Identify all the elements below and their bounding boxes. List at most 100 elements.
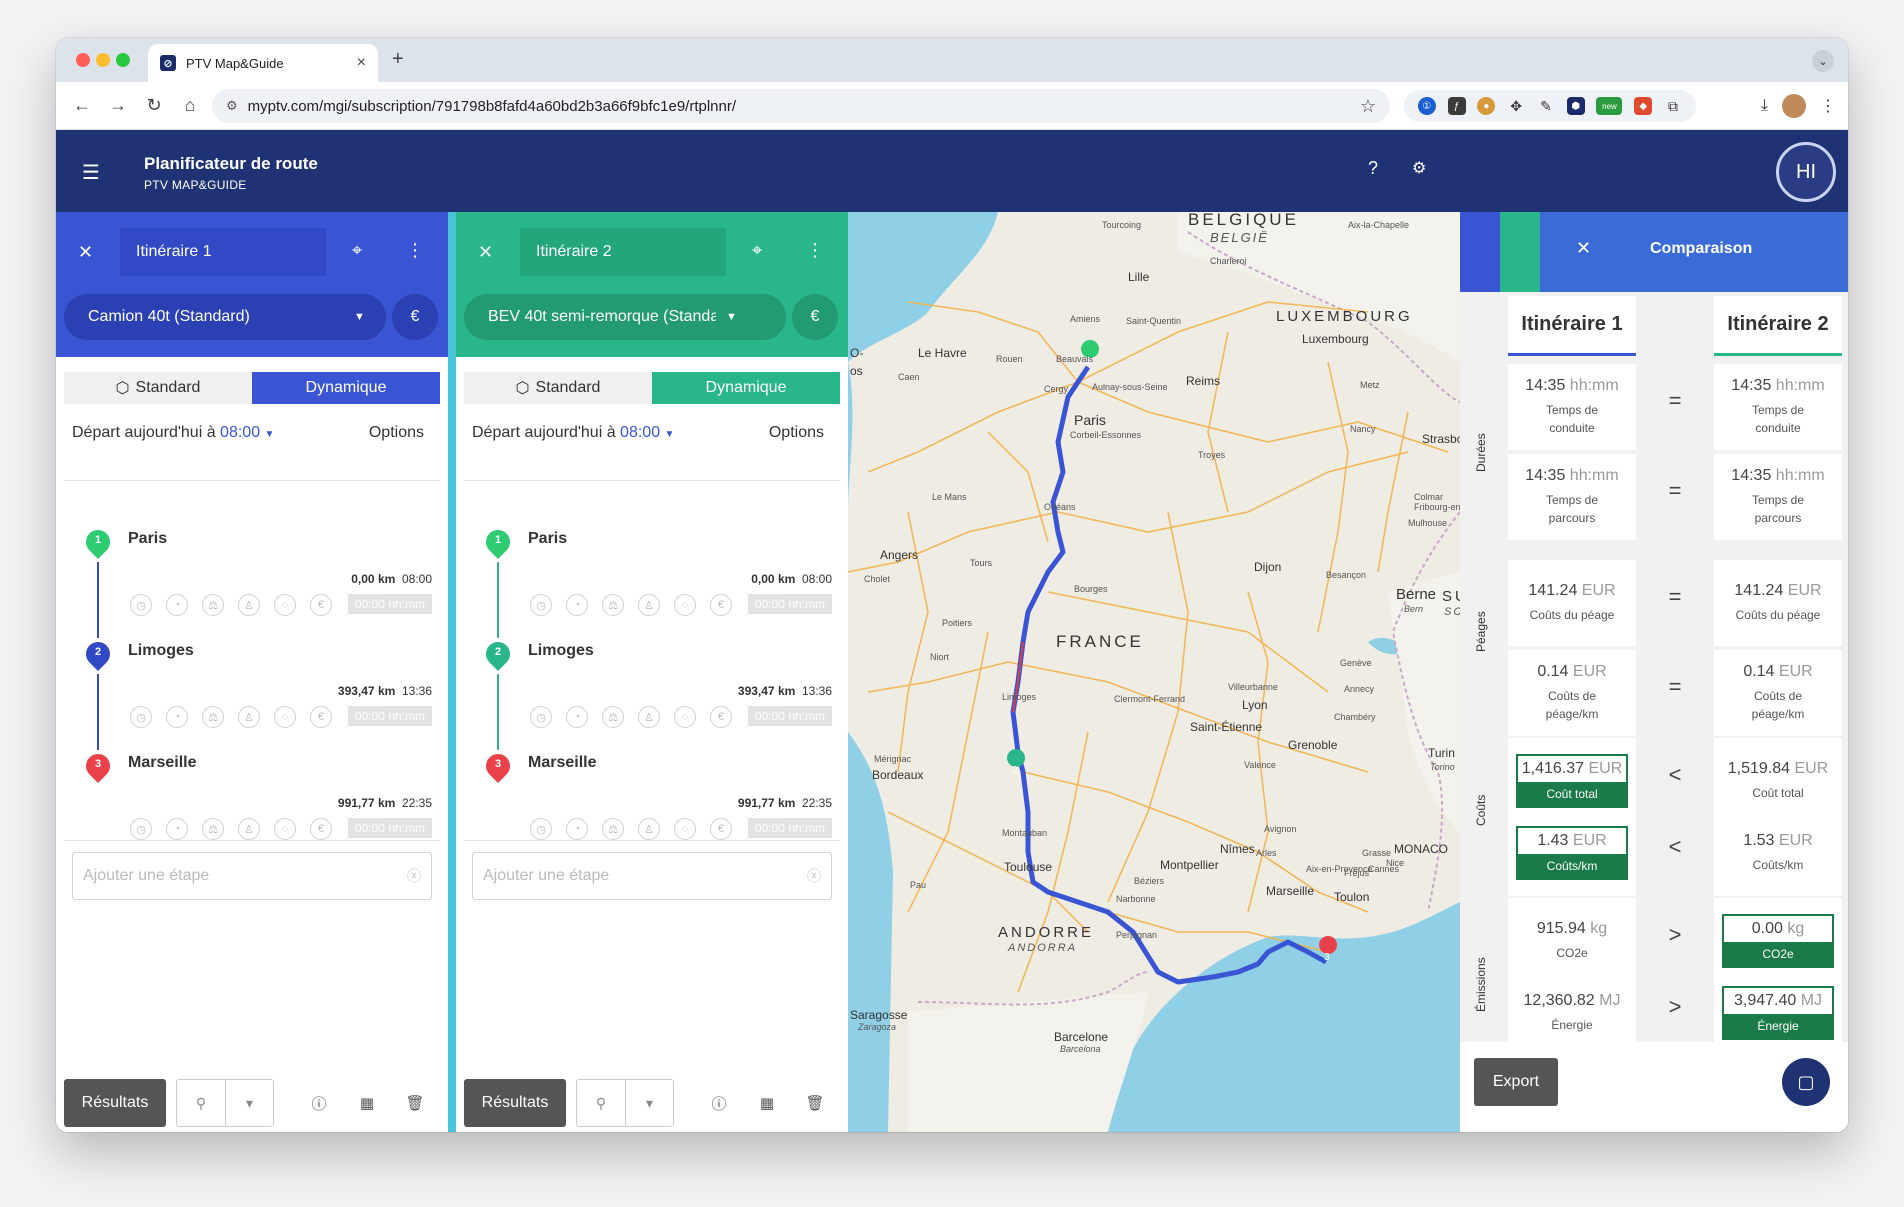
browser-tab-active[interactable]: ⊘ PTV Map&Guide × <box>148 44 378 82</box>
info-icon[interactable]: ⓘ <box>708 1092 730 1114</box>
minimize-window-button[interactable] <box>96 53 110 67</box>
opening-hours-icon[interactable]: ◔ <box>566 818 588 840</box>
opening-hours-icon[interactable]: ◔ <box>166 818 188 840</box>
loading-icon[interactable]: ⚖ <box>202 818 224 840</box>
driver-break-icon[interactable]: ♙ <box>238 594 260 616</box>
loading-icon[interactable]: ⚖ <box>202 706 224 728</box>
profile-avatar-icon[interactable] <box>1782 94 1806 118</box>
driver-break-icon[interactable]: ♙ <box>238 706 260 728</box>
bookmark-star-icon[interactable]: ☆ <box>1360 96 1376 117</box>
stopover-time-icon[interactable]: ◷ <box>130 706 152 728</box>
trash-icon[interactable]: 🗑 <box>804 1092 826 1114</box>
cost-icon[interactable]: € <box>310 818 332 840</box>
hexagon-extension-icon[interactable]: ⬢ <box>1566 97 1585 115</box>
stop-item[interactable]: 1 Paris 0,00 km 08:00 ◷ ◔ ⚖ ♙ ◌ € 00:00 hh:mm <box>456 525 848 638</box>
driver-break-icon[interactable]: ♙ <box>638 818 660 840</box>
chevron-down-icon[interactable]: ▼ <box>265 429 275 440</box>
stop-item[interactable]: 1 Paris 0,00 km 08:00 ◷ ◔ ⚖ ♙ ◌ € 00:00 hh:mm <box>56 525 448 638</box>
close-comparison-icon[interactable]: ✕ <box>1576 238 1591 259</box>
opening-hours-icon[interactable]: ◔ <box>166 594 188 616</box>
close-route-icon[interactable]: ✕ <box>478 242 493 263</box>
stopover-time-icon[interactable]: ◷ <box>130 818 152 840</box>
stop-duration-field[interactable]: 00:00 hh:mm <box>348 594 432 614</box>
comment-icon[interactable]: ◌ <box>274 818 296 840</box>
results-button[interactable]: Résultats <box>64 1079 166 1127</box>
script-extension-icon[interactable]: ƒ <box>1447 97 1466 115</box>
maximize-window-button[interactable] <box>116 53 130 67</box>
route-map[interactable]: 1 2 3 BELGIQUE BELGIË Tourcoing Aix-la-C… <box>848 212 1460 1132</box>
opening-hours-icon[interactable]: ◔ <box>566 594 588 616</box>
stop-duration-field[interactable]: 00:00 hh:mm <box>348 706 432 726</box>
cost-icon[interactable]: € <box>310 594 332 616</box>
close-route-icon[interactable]: ✕ <box>78 242 93 263</box>
calculator-icon[interactable]: ▦ <box>756 1092 778 1114</box>
add-stop-input[interactable]: Ajouter une étape ⓧ <box>472 852 832 900</box>
route-calc-icon[interactable]: ⚲ <box>577 1080 625 1126</box>
new-badge-extension-icon[interactable]: new <box>1596 97 1623 115</box>
comment-icon[interactable]: ◌ <box>274 594 296 616</box>
stop-item[interactable]: 3 Marseille 991,77 km 22:35 ◷ ◔ ⚖ ♙ ◌ € 00:00… <box>456 749 848 862</box>
chat-support-icon[interactable]: ▢ <box>1782 1058 1830 1106</box>
opening-hours-icon[interactable]: ◔ <box>566 706 588 728</box>
hamburger-menu-icon[interactable]: ☰ <box>82 160 100 185</box>
add-stop-input[interactable]: Ajouter une étape ⓧ <box>72 852 432 900</box>
route-2-color-tab[interactable] <box>1500 212 1540 292</box>
calculator-icon[interactable]: ▦ <box>356 1092 378 1114</box>
chevron-down-icon[interactable]: ▼ <box>665 429 675 440</box>
help-icon[interactable]: ? <box>1368 158 1378 179</box>
cost-icon[interactable]: € <box>310 706 332 728</box>
chevron-down-icon[interactable]: ▾ <box>625 1080 673 1126</box>
download-icon[interactable]: ⤓ <box>1761 97 1768 115</box>
mode-dynamic-button[interactable]: Dynamique <box>652 372 840 404</box>
tab-search-chevron-icon[interactable]: ⌄ <box>1812 50 1834 72</box>
route-name-field[interactable]: Itinéraire 1 <box>120 228 326 276</box>
clear-input-icon[interactable]: ⓧ <box>407 866 421 886</box>
route-more-menu-icon[interactable]: ⋮ <box>406 240 424 261</box>
route-1-color-tab[interactable] <box>1460 212 1500 292</box>
departure-time-select[interactable]: 08:00 <box>220 424 260 441</box>
route-more-menu-icon[interactable]: ⋮ <box>806 240 824 261</box>
cost-icon[interactable]: € <box>710 818 732 840</box>
eyedropper-extension-icon[interactable]: ✎ <box>1537 97 1555 115</box>
loading-icon[interactable]: ⚖ <box>602 818 624 840</box>
comment-icon[interactable]: ◌ <box>274 706 296 728</box>
chevron-down-icon[interactable]: ▾ <box>225 1080 273 1126</box>
clear-input-icon[interactable]: ⓧ <box>807 866 821 886</box>
stop-item[interactable]: 2 Limoges 393,47 km 13:36 ◷ ◔ ⚖ ♙ ◌ € 00:00 h… <box>56 637 448 750</box>
cost-settings-button[interactable]: € <box>792 294 838 340</box>
info-icon[interactable]: ⓘ <box>308 1092 330 1114</box>
home-icon[interactable]: ⌂ <box>172 95 208 116</box>
user-avatar[interactable]: HI <box>1776 142 1836 202</box>
locate-route-icon[interactable]: ⌖ <box>752 240 762 261</box>
stop-duration-field[interactable]: 00:00 hh:mm <box>748 706 832 726</box>
stopover-time-icon[interactable]: ◷ <box>530 594 552 616</box>
cookie-extension-icon[interactable]: ● <box>1477 97 1496 115</box>
reload-icon[interactable]: ↻ <box>136 95 172 116</box>
route-name-field[interactable]: Itinéraire 2 <box>520 228 726 276</box>
opening-hours-icon[interactable]: ◔ <box>166 706 188 728</box>
close-tab-icon[interactable]: × <box>357 54 366 72</box>
loading-icon[interactable]: ⚖ <box>602 594 624 616</box>
settings-gears-icon[interactable]: ⚙ <box>1412 158 1426 178</box>
vehicle-profile-select[interactable]: Camion 40t (Standard) ▼ <box>64 294 386 340</box>
stop-item[interactable]: 3 Marseille 991,77 km 22:35 ◷ ◔ ⚖ ♙ ◌ € 00:00… <box>56 749 448 862</box>
comment-icon[interactable]: ◌ <box>674 706 696 728</box>
back-arrow-icon[interactable]: ← <box>64 95 100 116</box>
puzzle-extensions-icon[interactable]: ⧉ <box>1664 97 1682 115</box>
mode-dynamic-button[interactable]: Dynamique <box>252 372 440 404</box>
cost-icon[interactable]: € <box>710 594 732 616</box>
locate-route-icon[interactable]: ⌖ <box>352 240 362 261</box>
driver-break-icon[interactable]: ♙ <box>638 594 660 616</box>
driver-break-icon[interactable]: ♙ <box>638 706 660 728</box>
comment-icon[interactable]: ◌ <box>674 818 696 840</box>
trash-icon[interactable]: 🗑 <box>404 1092 426 1114</box>
forward-arrow-icon[interactable]: → <box>100 95 136 116</box>
stop-duration-field[interactable]: 00:00 hh:mm <box>748 818 832 838</box>
vehicle-profile-select[interactable]: BEV 40t semi-remorque (Standard) ▼ <box>464 294 786 340</box>
address-bar[interactable]: ⚙ myptv.com/mgi/subscription/791798b8faf… <box>212 89 1390 123</box>
figma-extension-icon[interactable]: ◆ <box>1634 97 1653 115</box>
mode-standard-button[interactable]: ⬡ Standard <box>464 372 652 404</box>
password-extension-icon[interactable]: ① <box>1417 97 1436 115</box>
departure-time-select[interactable]: 08:00 <box>620 424 660 441</box>
route-options-link[interactable]: Options <box>769 424 824 442</box>
